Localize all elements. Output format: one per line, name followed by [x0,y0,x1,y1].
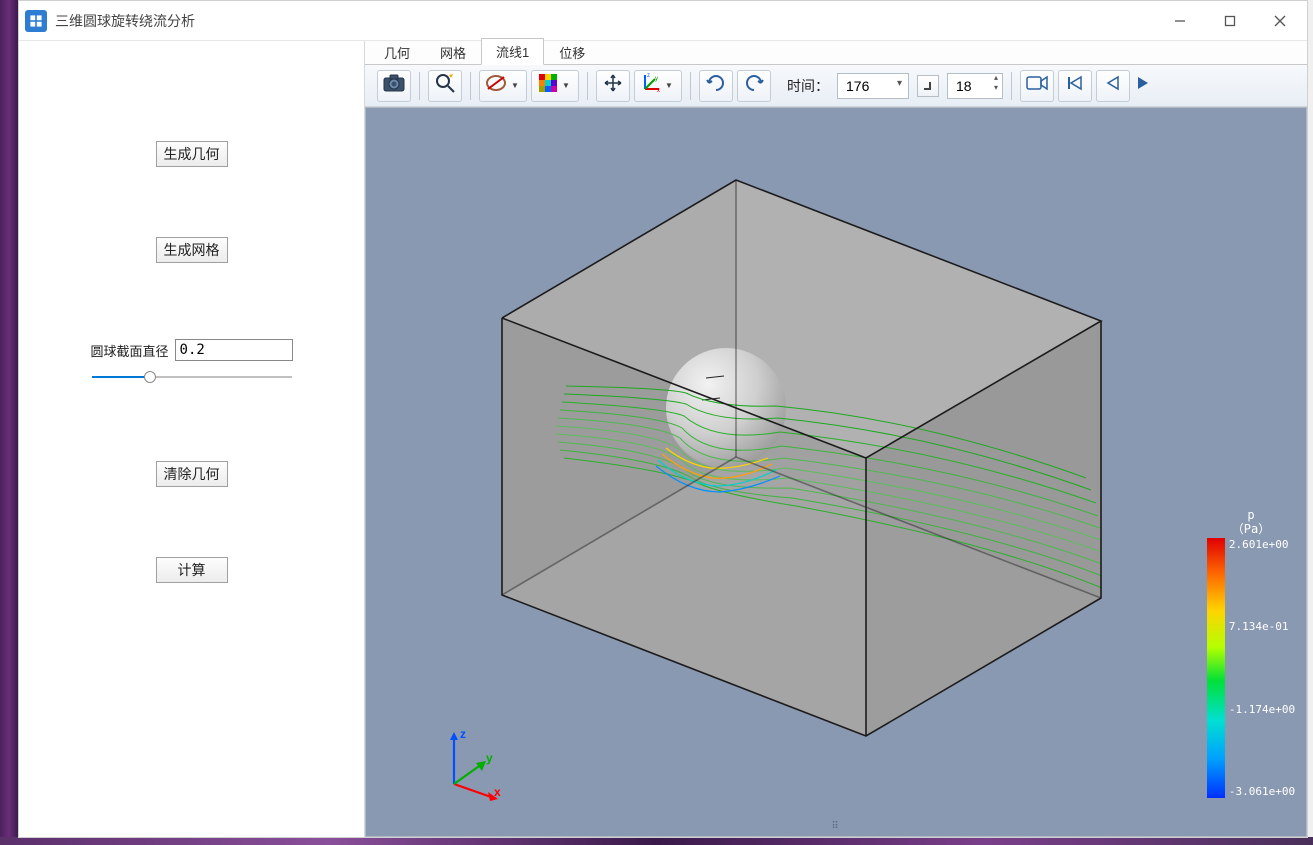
time-select[interactable]: 176 [837,73,909,99]
viewport[interactable]: z y x p （Pa） 2.601e+00 7.1 [365,107,1307,837]
screenshot-button[interactable] [377,70,411,102]
diameter-label: 圆球截面直径 [91,341,169,360]
legend-variable: p [1247,508,1254,522]
rotate-ccw-icon [705,72,727,99]
tab-mesh[interactable]: 网格 [425,39,481,65]
tab-streamline[interactable]: 流线1 [481,38,544,65]
rotate-right-button[interactable] [737,70,771,102]
play-forward-button[interactable] [1134,70,1152,102]
camera-icon [383,74,405,97]
legend-max: 2.601e+00 [1229,538,1295,551]
window-controls [1155,1,1305,40]
axis-gizmo: z y x [436,728,506,802]
svg-text:x: x [657,88,660,93]
toolbar: ▼ ▼ [365,65,1307,107]
play-back-button[interactable] [1096,70,1130,102]
clear-geometry-button[interactable]: 清除几何 [156,461,228,487]
svg-text:y: y [486,751,493,765]
frame-value: 18 [956,78,972,94]
axis-orientation-dropdown[interactable]: z x y ▼ [634,70,682,102]
close-button[interactable] [1255,1,1305,41]
chevron-down-icon: ▼ [511,81,519,90]
minimize-button[interactable] [1155,1,1205,41]
diameter-slider[interactable] [92,369,292,385]
colormap-icon [538,73,558,98]
time-value: 176 [846,78,869,94]
color-legend: p （Pa） 2.601e+00 7.134e-01 -1.174e+00 -3… [1206,508,1296,798]
time-label: 时间： [787,76,829,96]
zoom-button[interactable] [428,70,462,102]
time-end-button[interactable] [917,75,939,97]
sidebar: 生成几何 生成网格 圆球截面直径 清除几何 计算 [19,41,365,837]
first-frame-button[interactable] [1058,70,1092,102]
move-icon [603,73,623,98]
rotate-cw-icon [743,72,765,99]
legend-v3: -1.174e+00 [1229,703,1295,716]
titlebar: 三维圆球旋转绕流分析 [19,1,1307,41]
app-window: 三维圆球旋转绕流分析 生成几何 生成网格 圆球截面直径 清除几何 [18,0,1308,838]
legend-bar [1207,538,1225,798]
compute-button[interactable]: 计算 [156,557,228,583]
window-title: 三维圆球旋转绕流分析 [55,11,195,31]
play-icon [1137,75,1149,96]
app-icon [25,10,47,32]
tab-displacement[interactable]: 位移 [544,39,600,65]
legend-min: -3.061e+00 [1229,785,1295,798]
play-reverse-icon [1105,75,1121,96]
svg-text:x: x [494,785,501,799]
rotate-left-button[interactable] [699,70,733,102]
legend-unit: （Pa） [1232,522,1270,536]
svg-text:z: z [460,728,466,741]
magnifier-icon [434,72,456,99]
generate-mesh-button[interactable]: 生成网格 [156,237,228,263]
clip-dropdown[interactable]: ▼ [479,70,527,102]
tabs: 几何 网格 流线1 位移 [365,41,1307,65]
colormap-dropdown[interactable]: ▼ [531,70,579,102]
clip-icon [485,73,507,98]
record-button[interactable] [1020,70,1054,102]
legend-v2: 7.134e-01 [1229,620,1295,633]
axis-icon: z x y [641,73,661,98]
content-area: 几何 网格 流线1 位移 [365,41,1307,837]
pan-button[interactable] [596,70,630,102]
drag-handle-icon[interactable]: ⠿ [831,821,840,832]
maximize-button[interactable] [1205,1,1255,41]
svg-text:z: z [647,73,650,79]
frame-spinner[interactable]: 18 [947,73,1003,99]
svg-text:y: y [655,76,658,82]
chevron-down-icon: ▼ [665,81,673,90]
skip-back-icon [1067,75,1083,96]
chevron-down-icon: ▼ [562,81,570,90]
diameter-input[interactable] [175,339,293,361]
tab-geometry[interactable]: 几何 [369,39,425,65]
generate-geometry-button[interactable]: 生成几何 [156,141,228,167]
camcorder-icon [1026,75,1048,96]
